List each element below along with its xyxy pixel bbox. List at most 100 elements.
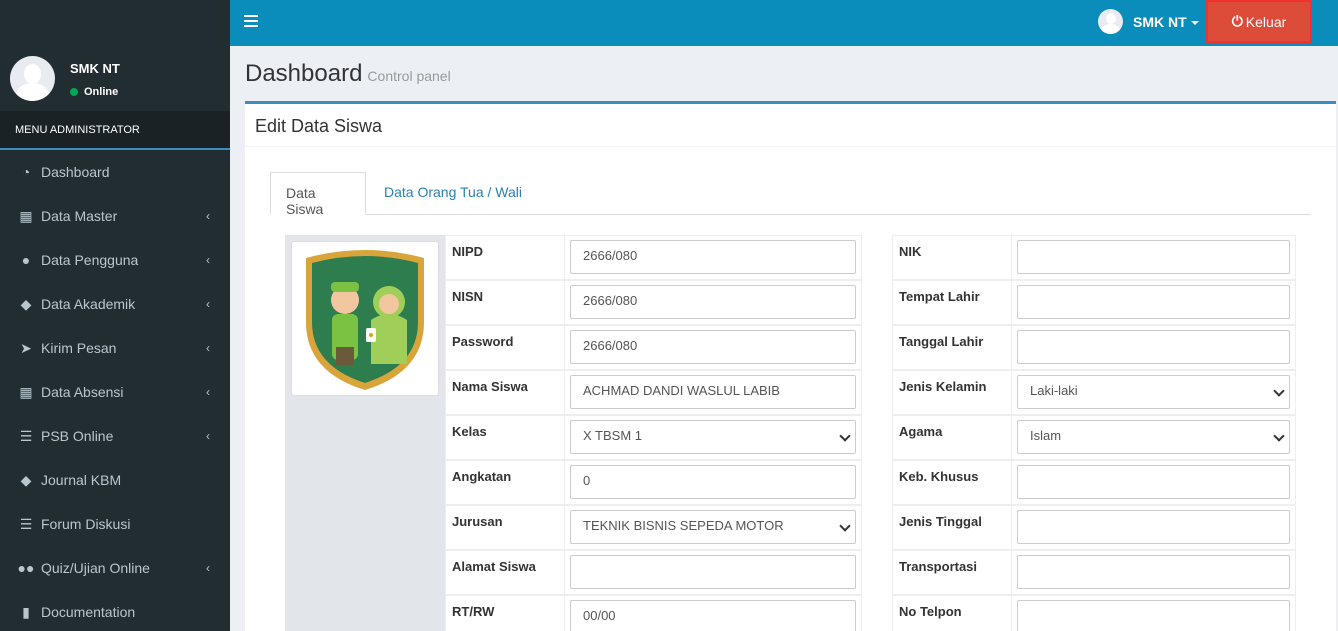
field-cell: 2666/080 [565, 236, 862, 279]
tab-data-siswa[interactable]: Data Siswa [270, 172, 366, 217]
student-photo [291, 241, 439, 396]
list-icon: ☰ [19, 427, 33, 444]
sidebar-item-kirim-pesan[interactable]: ➤ Kirim Pesan ‹ [0, 326, 230, 370]
sidebar-item-label: Data Akademik [41, 296, 136, 312]
student-illustration-icon [306, 250, 424, 390]
sidebar-item-data-akademik[interactable]: ◆ Data Akademik ‹ [0, 282, 230, 326]
page-title: Dashboard Control panel [245, 60, 451, 88]
tanggal-lahir-input[interactable] [1017, 330, 1290, 364]
field-cell [1012, 236, 1296, 279]
tag-icon: ◆ [20, 295, 32, 312]
sidebar-item-data-absensi[interactable]: ▦ Data Absensi ‹ [0, 370, 230, 414]
tab-bar: Data Siswa Data Orang Tua / Wali [270, 172, 1311, 217]
sidebar-item-label: Data Pengguna [41, 252, 139, 268]
chevron-left-icon: ‹ [206, 429, 210, 443]
field-cell [1012, 281, 1296, 324]
kelas-select[interactable]: X TBSM 1 [570, 420, 856, 454]
sidebar-item-label: Data Master [41, 208, 118, 224]
sidebar: SMK NT Online MENU ADMINISTRATOR ◔ Dashbo… [0, 0, 230, 631]
sidebar-menu: ◔ Dashboard ▦ Data Master ‹ ● Data Pengguna ‹ ◆ D… [0, 150, 230, 631]
password-input[interactable]: 2666/080 [570, 330, 856, 364]
tab-data-orang-tua[interactable]: Data Orang Tua / Wali [369, 172, 537, 215]
form-row-nisn: NISN 2666/080 [445, 280, 862, 325]
form-row-jenis-kelamin: Jenis Kelamin Laki-laki [892, 370, 1296, 415]
chevron-left-icon: ‹ [206, 253, 210, 267]
sidebar-item-documentation[interactable]: ▮ Documentation [0, 590, 230, 631]
list-icon: ☰ [19, 515, 33, 532]
field-label: No Telpon [892, 596, 1012, 631]
box-title: Edit Data Siswa [245, 104, 1336, 147]
field-cell: Islam [1012, 416, 1296, 459]
dashboard-icon: ◔ [21, 164, 31, 180]
field-label: Jurusan [445, 506, 565, 549]
sidebar-item-quiz-ujian-online[interactable]: ●● Quiz/Ujian Online ‹ [0, 546, 230, 590]
field-cell: 0 [565, 461, 862, 504]
nipd-input[interactable]: 2666/080 [570, 240, 856, 274]
field-cell: 00/00 [565, 596, 862, 631]
page-title-text: Dashboard [245, 60, 363, 87]
field-cell: ACHMAD DANDI WASLUL LABIB [565, 371, 862, 414]
field-label: Kelas [445, 416, 565, 459]
angkatan-input[interactable]: 0 [570, 465, 856, 499]
paper-plane-icon: ➤ [20, 339, 32, 356]
form-row-angkatan: Angkatan 0 [445, 460, 862, 505]
sidebar-item-journal-kbm[interactable]: ◆ Journal KBM [0, 458, 230, 502]
form-row-tempat-lahir: Tempat Lahir [892, 280, 1296, 325]
no-telpon-input[interactable] [1017, 600, 1290, 631]
rt-rw-input[interactable]: 00/00 [570, 600, 856, 631]
users-icon: ●● [17, 560, 35, 576]
photo-column [285, 235, 445, 631]
sidebar-item-forum-diskusi[interactable]: ☰ Forum Diskusi [0, 502, 230, 546]
form-row-jenis-tinggal: Jenis Tinggal [892, 505, 1296, 550]
tempat-lahir-input[interactable] [1017, 285, 1290, 319]
sidebar-item-label: Quiz/Ujian Online [41, 560, 150, 576]
form-row-password: Password 2666/080 [445, 325, 862, 370]
field-label: Angkatan [445, 461, 565, 504]
page-subtitle: Control panel [367, 68, 451, 84]
field-label: Jenis Kelamin [892, 371, 1012, 414]
nik-input[interactable] [1017, 240, 1290, 274]
field-cell [1012, 506, 1296, 549]
sidebar-item-dashboard[interactable]: ◔ Dashboard [0, 150, 230, 194]
hamburger-menu-icon[interactable] [244, 15, 258, 27]
chevron-left-icon: ‹ [206, 341, 210, 355]
tags-icon: ◆ [20, 471, 32, 488]
field-cell: Laki-laki [1012, 371, 1296, 414]
grid-icon: ▦ [19, 207, 33, 224]
user-dropdown[interactable]: SMK NT [1098, 9, 1199, 34]
jurusan-select[interactable]: TEKNIK BISNIS SEPEDA MOTOR [570, 510, 856, 544]
sidebar-item-data-pengguna[interactable]: ● Data Pengguna ‹ [0, 238, 230, 282]
field-cell [1012, 461, 1296, 504]
form-row-rt-rw: RT/RW 00/00 [445, 595, 862, 631]
top-user-name: SMK NT [1133, 14, 1199, 30]
field-label: Alamat Siswa [445, 551, 565, 594]
sidebar-item-label: Forum Diskusi [41, 516, 131, 532]
nama-siswa-input[interactable]: ACHMAD DANDI WASLUL LABIB [570, 375, 856, 409]
jenis-tinggal-input[interactable] [1017, 510, 1290, 544]
agama-select[interactable]: Islam [1017, 420, 1290, 454]
jenis-kelamin-select[interactable]: Laki-laki [1017, 375, 1290, 409]
form-row-jurusan: Jurusan TEKNIK BISNIS SEPEDA MOTOR [445, 505, 862, 550]
field-label: Password [445, 326, 565, 369]
transportasi-input[interactable] [1017, 555, 1290, 589]
field-label: NIK [892, 236, 1012, 279]
field-label: Tempat Lahir [892, 281, 1012, 324]
field-label: NISN [445, 281, 565, 324]
field-label: RT/RW [445, 596, 565, 631]
chevron-left-icon: ‹ [206, 297, 210, 311]
caret-down-icon [1190, 20, 1199, 25]
logout-button[interactable]: ⏻ Keluar [1206, 0, 1312, 43]
sidebar-item-psb-online[interactable]: ☰ PSB Online ‹ [0, 414, 230, 458]
student-form-right: NIK Tempat Lahir Tanggal Lahir Jenis Kelami… [892, 235, 1296, 631]
sidebar-item-label: Journal KBM [41, 472, 122, 488]
logout-label: Keluar [1245, 13, 1287, 30]
chevron-left-icon: ‹ [206, 385, 210, 399]
user-icon: ● [21, 252, 31, 268]
alamat-siswa-input[interactable] [570, 555, 856, 589]
field-label: Jenis Tinggal [892, 506, 1012, 549]
keb-khusus-input[interactable] [1017, 465, 1290, 499]
nisn-input[interactable]: 2666/080 [570, 285, 856, 319]
sidebar-item-data-master[interactable]: ▦ Data Master ‹ [0, 194, 230, 238]
chevron-left-icon: ‹ [206, 209, 210, 223]
status-label: Online [84, 86, 119, 98]
